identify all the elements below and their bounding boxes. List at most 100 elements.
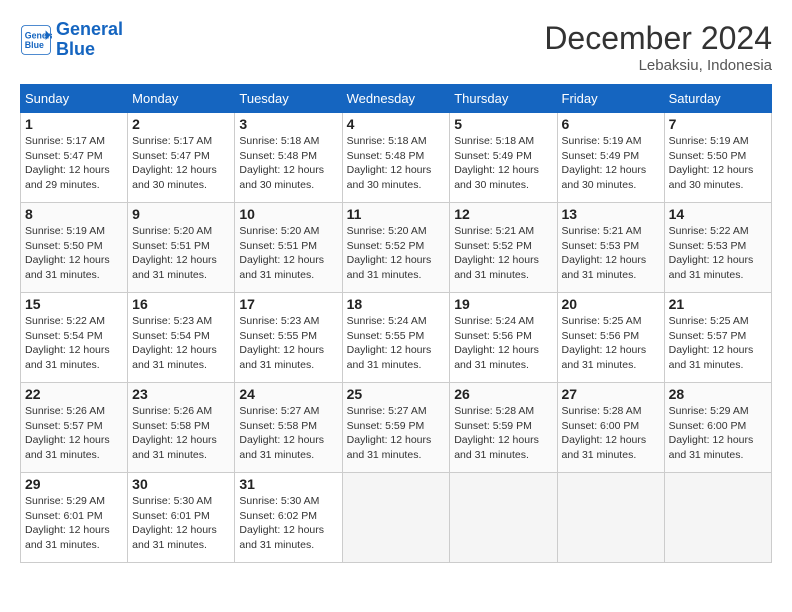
day-number: 6: [562, 116, 660, 132]
day-info: Sunrise: 5:20 AM Sunset: 5:51 PM Dayligh…: [239, 224, 337, 283]
day-info: Sunrise: 5:24 AM Sunset: 5:55 PM Dayligh…: [347, 314, 446, 373]
calendar-week-4: 22 Sunrise: 5:26 AM Sunset: 5:57 PM Dayli…: [21, 383, 772, 473]
day-info: Sunrise: 5:22 AM Sunset: 5:53 PM Dayligh…: [669, 224, 767, 283]
day-number: 4: [347, 116, 446, 132]
logo-text: General Blue: [56, 20, 123, 60]
day-number: 29: [25, 476, 123, 492]
logo-icon: General Blue: [20, 24, 52, 56]
day-number: 18: [347, 296, 446, 312]
day-number: 2: [132, 116, 230, 132]
day-number: 12: [454, 206, 552, 222]
day-info: Sunrise: 5:20 AM Sunset: 5:52 PM Dayligh…: [347, 224, 446, 283]
day-info: Sunrise: 5:21 AM Sunset: 5:52 PM Dayligh…: [454, 224, 552, 283]
day-header-tuesday: Tuesday: [235, 85, 342, 113]
day-info: Sunrise: 5:26 AM Sunset: 5:57 PM Dayligh…: [25, 404, 123, 463]
calendar-cell: 2 Sunrise: 5:17 AM Sunset: 5:47 PM Daylig…: [128, 113, 235, 203]
day-info: Sunrise: 5:29 AM Sunset: 6:00 PM Dayligh…: [669, 404, 767, 463]
day-info: Sunrise: 5:19 AM Sunset: 5:50 PM Dayligh…: [669, 134, 767, 193]
calendar-cell: 26 Sunrise: 5:28 AM Sunset: 5:59 PM Dayli…: [450, 383, 557, 473]
day-info: Sunrise: 5:28 AM Sunset: 6:00 PM Dayligh…: [562, 404, 660, 463]
calendar-cell: 3 Sunrise: 5:18 AM Sunset: 5:48 PM Daylig…: [235, 113, 342, 203]
day-info: Sunrise: 5:28 AM Sunset: 5:59 PM Dayligh…: [454, 404, 552, 463]
calendar-cell: 28 Sunrise: 5:29 AM Sunset: 6:00 PM Dayli…: [664, 383, 771, 473]
day-info: Sunrise: 5:18 AM Sunset: 5:49 PM Dayligh…: [454, 134, 552, 193]
day-number: 7: [669, 116, 767, 132]
logo: General Blue General Blue: [20, 20, 123, 60]
calendar-cell: 25 Sunrise: 5:27 AM Sunset: 5:59 PM Dayli…: [342, 383, 450, 473]
svg-text:Blue: Blue: [25, 40, 44, 50]
calendar-cell: 16Sunrise: 5:23 AM Sunset: 5:54 PM Dayli…: [128, 293, 235, 383]
day-number: 3: [239, 116, 337, 132]
calendar-cell: [557, 473, 664, 563]
location: Lebaksiu, Indonesia: [544, 57, 772, 74]
day-info: Sunrise: 5:30 AM Sunset: 6:02 PM Dayligh…: [239, 494, 337, 553]
day-number: 23: [132, 386, 230, 402]
day-number: 14: [669, 206, 767, 222]
day-header-monday: Monday: [128, 85, 235, 113]
month-title: December 2024: [544, 20, 772, 57]
day-number: 15: [25, 296, 123, 312]
calendar-cell: 17 Sunrise: 5:23 AM Sunset: 5:55 PM Dayli…: [235, 293, 342, 383]
calendar-week-1: 1 Sunrise: 5:17 AM Sunset: 5:47 PM Daylig…: [21, 113, 772, 203]
day-info: Sunrise: 5:19 AM Sunset: 5:49 PM Dayligh…: [562, 134, 660, 193]
day-number: 28: [669, 386, 767, 402]
calendar-cell: [664, 473, 771, 563]
page-header: General Blue General Blue December 2024 …: [20, 20, 772, 74]
day-number: 17: [239, 296, 337, 312]
calendar-cell: 13 Sunrise: 5:21 AM Sunset: 5:53 PM Dayli…: [557, 203, 664, 293]
day-number: 8: [25, 206, 123, 222]
calendar-cell: 6 Sunrise: 5:19 AM Sunset: 5:49 PM Daylig…: [557, 113, 664, 203]
day-number: 24: [239, 386, 337, 402]
day-number: 22: [25, 386, 123, 402]
calendar-cell: 11 Sunrise: 5:20 AM Sunset: 5:52 PM Dayli…: [342, 203, 450, 293]
calendar-cell: 7 Sunrise: 5:19 AM Sunset: 5:50 PM Daylig…: [664, 113, 771, 203]
title-block: December 2024 Lebaksiu, Indonesia: [544, 20, 772, 74]
day-info: Sunrise: 5:27 AM Sunset: 5:59 PM Dayligh…: [347, 404, 446, 463]
day-number: 5: [454, 116, 552, 132]
calendar-cell: 1 Sunrise: 5:17 AM Sunset: 5:47 PM Daylig…: [21, 113, 128, 203]
day-info: Sunrise: 5:18 AM Sunset: 5:48 PM Dayligh…: [347, 134, 446, 193]
day-info: Sunrise: 5:22 AM Sunset: 5:54 PM Dayligh…: [25, 314, 123, 373]
day-info: Sunrise: 5:17 AM Sunset: 5:47 PM Dayligh…: [25, 134, 123, 193]
day-info: Sunrise: 5:17 AM Sunset: 5:47 PM Dayligh…: [132, 134, 230, 193]
calendar-cell: 31Sunrise: 5:30 AM Sunset: 6:02 PM Dayli…: [235, 473, 342, 563]
calendar-cell: 18 Sunrise: 5:24 AM Sunset: 5:55 PM Dayli…: [342, 293, 450, 383]
day-info: Sunrise: 5:29 AM Sunset: 6:01 PM Dayligh…: [25, 494, 123, 553]
day-number: 13: [562, 206, 660, 222]
day-info: Sunrise: 5:24 AM Sunset: 5:56 PM Dayligh…: [454, 314, 552, 373]
day-number: 27: [562, 386, 660, 402]
day-header-thursday: Thursday: [450, 85, 557, 113]
calendar-cell: 27 Sunrise: 5:28 AM Sunset: 6:00 PM Dayli…: [557, 383, 664, 473]
day-number: 30: [132, 476, 230, 492]
day-info: Sunrise: 5:18 AM Sunset: 5:48 PM Dayligh…: [239, 134, 337, 193]
day-number: 26: [454, 386, 552, 402]
calendar-week-5: 29 Sunrise: 5:29 AM Sunset: 6:01 PM Dayli…: [21, 473, 772, 563]
day-header-sunday: Sunday: [21, 85, 128, 113]
day-number: 9: [132, 206, 230, 222]
calendar-cell: [342, 473, 450, 563]
day-number: 19: [454, 296, 552, 312]
calendar-cell: 22 Sunrise: 5:26 AM Sunset: 5:57 PM Dayli…: [21, 383, 128, 473]
day-info: Sunrise: 5:27 AM Sunset: 5:58 PM Dayligh…: [239, 404, 337, 463]
day-number: 10: [239, 206, 337, 222]
day-info: Sunrise: 5:23 AM Sunset: 5:54 PM Dayligh…: [132, 314, 230, 373]
day-info: Sunrise: 5:20 AM Sunset: 5:51 PM Dayligh…: [132, 224, 230, 283]
day-number: 20: [562, 296, 660, 312]
day-number: 25: [347, 386, 446, 402]
calendar-week-2: 8Sunrise: 5:19 AM Sunset: 5:50 PM Daylig…: [21, 203, 772, 293]
day-info: Sunrise: 5:21 AM Sunset: 5:53 PM Dayligh…: [562, 224, 660, 283]
day-info: Sunrise: 5:23 AM Sunset: 5:55 PM Dayligh…: [239, 314, 337, 373]
calendar-cell: 5 Sunrise: 5:18 AM Sunset: 5:49 PM Daylig…: [450, 113, 557, 203]
day-info: Sunrise: 5:25 AM Sunset: 5:56 PM Dayligh…: [562, 314, 660, 373]
logo-line1: General: [56, 19, 123, 39]
calendar-week-3: 15 Sunrise: 5:22 AM Sunset: 5:54 PM Dayli…: [21, 293, 772, 383]
day-number: 1: [25, 116, 123, 132]
calendar-cell: 20 Sunrise: 5:25 AM Sunset: 5:56 PM Dayli…: [557, 293, 664, 383]
calendar-cell: 9 Sunrise: 5:20 AM Sunset: 5:51 PM Daylig…: [128, 203, 235, 293]
day-number: 11: [347, 206, 446, 222]
day-info: Sunrise: 5:30 AM Sunset: 6:01 PM Dayligh…: [132, 494, 230, 553]
day-info: Sunrise: 5:25 AM Sunset: 5:57 PM Dayligh…: [669, 314, 767, 373]
calendar-cell: 10 Sunrise: 5:20 AM Sunset: 5:51 PM Dayli…: [235, 203, 342, 293]
calendar-header-row: SundayMondayTuesdayWednesdayThursdayFrid…: [21, 85, 772, 113]
calendar-cell: 30 Sunrise: 5:30 AM Sunset: 6:01 PM Dayli…: [128, 473, 235, 563]
